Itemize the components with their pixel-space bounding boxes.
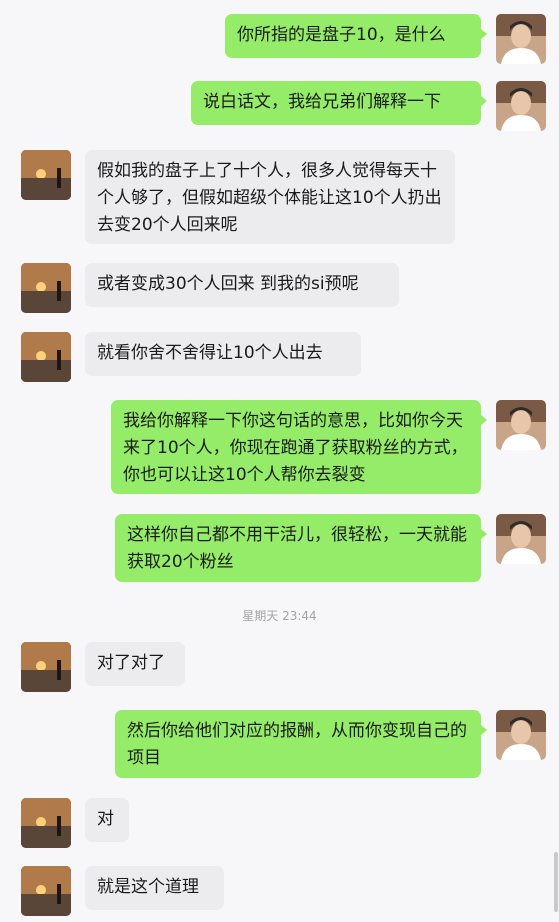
my-avatar[interactable] — [496, 710, 546, 760]
my-avatar[interactable] — [496, 514, 546, 564]
person-avatar-icon — [496, 81, 546, 131]
person-avatar-icon — [496, 514, 546, 564]
message-bubble-mine[interactable]: 说白话文，我给兄弟们解释一下 — [191, 81, 487, 125]
sunset-avatar-icon — [21, 642, 71, 692]
contact-avatar[interactable] — [21, 263, 71, 313]
sunset-avatar-icon — [21, 798, 71, 848]
message-bubble-contact[interactable]: 就是这个道理 — [85, 866, 224, 910]
message-bubble-contact[interactable]: 对了对了 — [85, 642, 185, 686]
sunset-avatar-icon — [21, 263, 71, 313]
contact-avatar[interactable] — [21, 642, 71, 692]
message-bubble-contact[interactable]: 或者变成30个人回来 到我的si预呢 — [85, 263, 399, 307]
scrollbar[interactable] — [554, 852, 558, 912]
my-avatar[interactable] — [496, 81, 546, 131]
sunset-avatar-icon — [21, 150, 71, 200]
contact-avatar[interactable] — [21, 332, 71, 382]
message-bubble-contact[interactable]: 假如我的盘子上了十个人，很多人觉得每天十个人够了，但假如超级个体能让这10个人扔… — [85, 150, 455, 244]
message-bubble-mine[interactable]: 这样你自己都不用干活儿，很轻松，一天就能获取20个粉丝 — [115, 514, 487, 582]
contact-avatar[interactable] — [21, 866, 71, 916]
person-avatar-icon — [496, 400, 546, 450]
message-bubble-contact[interactable]: 对 — [85, 798, 129, 842]
my-avatar[interactable] — [496, 14, 546, 64]
message-bubble-contact[interactable]: 就看你舍不舍得让10个人出去 — [85, 332, 361, 376]
chat-window: 你所指的是盘子10，是什么 说白话文，我给兄弟们解释一下 假如我的盘子上了十个人… — [0, 0, 559, 922]
contact-avatar[interactable] — [21, 150, 71, 200]
contact-avatar[interactable] — [21, 798, 71, 848]
person-avatar-icon — [496, 710, 546, 760]
message-bubble-mine[interactable]: 然后你给他们对应的报酬，从而你变现自己的项目 — [115, 710, 487, 778]
my-avatar[interactable] — [496, 400, 546, 450]
message-bubble-mine[interactable]: 我给你解释一下你这句话的意思，比如你今天来了10个人，你现在跑通了获取粉丝的方式… — [111, 400, 487, 494]
person-avatar-icon — [496, 14, 546, 64]
sunset-avatar-icon — [21, 332, 71, 382]
sunset-avatar-icon — [21, 866, 71, 916]
message-bubble-mine[interactable]: 你所指的是盘子10，是什么 — [225, 14, 487, 58]
message-timestamp: 星期天 23:44 — [242, 609, 317, 623]
